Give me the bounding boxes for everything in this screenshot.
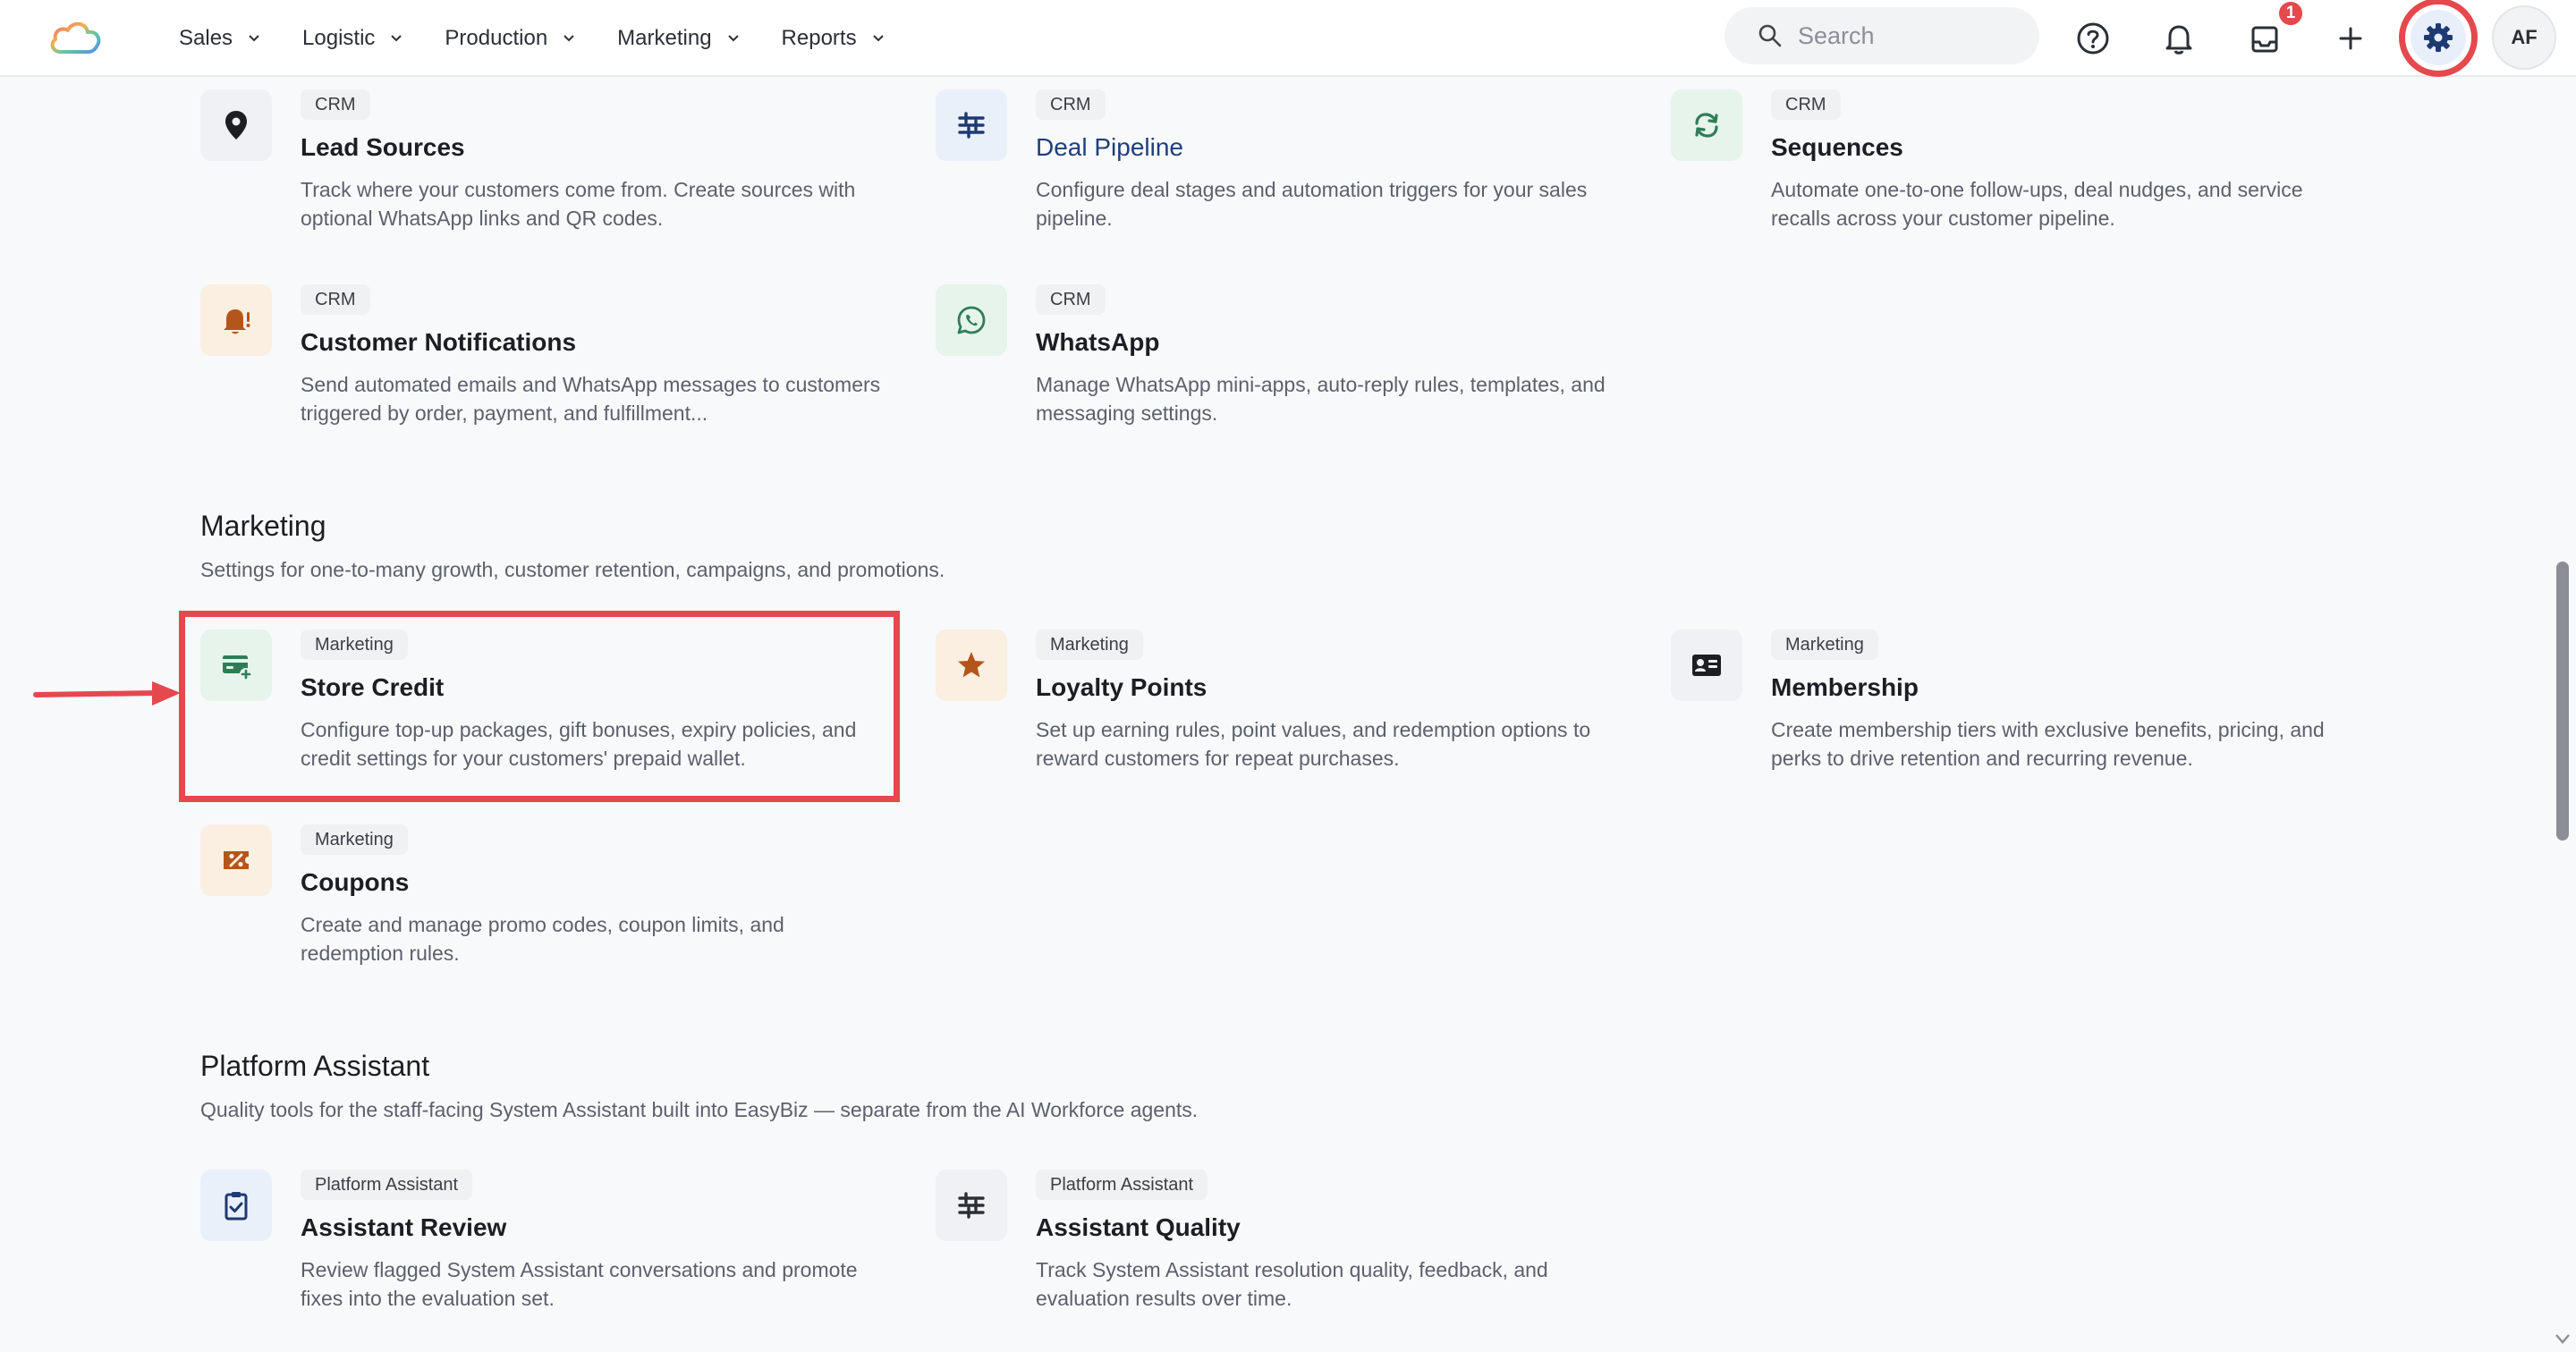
help-button[interactable] bbox=[2072, 17, 2114, 60]
inbox-badge: 1 bbox=[2277, 0, 2304, 27]
chevron-down-icon bbox=[872, 35, 884, 42]
card-tag: CRM bbox=[1036, 89, 1106, 120]
card-title: Coupons bbox=[301, 868, 410, 896]
chevron-down-icon bbox=[727, 35, 739, 42]
card-title: Lead Sources bbox=[301, 133, 465, 161]
card-title: Sequences bbox=[1771, 133, 1903, 161]
whatsapp-icon bbox=[957, 306, 986, 334]
section-description-marketing: Settings for one-to-many growth, custome… bbox=[200, 558, 945, 581]
card-description: Create membership tiers with exclusive b… bbox=[1771, 718, 2325, 770]
card-tag: CRM bbox=[301, 284, 370, 315]
store-credit-highlight-box bbox=[179, 611, 900, 802]
nav-marketing[interactable]: Marketing bbox=[617, 26, 741, 51]
membership-icon-tile bbox=[1671, 630, 1742, 701]
clipboard-check-icon bbox=[225, 1192, 248, 1221]
search-icon bbox=[1758, 24, 1782, 47]
sliders-icon bbox=[958, 1192, 985, 1219]
search-input[interactable] bbox=[1798, 21, 2012, 50]
chevron-down-icon bbox=[564, 35, 574, 42]
settings-button-inner bbox=[2411, 10, 2466, 65]
help-icon bbox=[2077, 22, 2109, 55]
card-description: Track System Assistant resolution qualit… bbox=[1036, 1258, 1548, 1310]
card-tag: CRM bbox=[1036, 284, 1106, 315]
card-tag: Marketing bbox=[301, 824, 408, 855]
search-box[interactable] bbox=[1724, 7, 2039, 64]
card-description: Create and manage promo codes, coupon li… bbox=[301, 913, 784, 965]
card-description: Review flagged System Assistant conversa… bbox=[301, 1258, 858, 1310]
card-title: Customer Notifications bbox=[301, 328, 577, 356]
nav-sales[interactable]: Sales bbox=[179, 26, 263, 51]
user-avatar[interactable]: AF bbox=[2492, 5, 2556, 70]
star-icon bbox=[958, 652, 985, 678]
card-tag: CRM bbox=[301, 89, 370, 120]
id-card-icon bbox=[1692, 655, 1721, 676]
section-description-platform-assistant: Quality tools for the staff-facing Syste… bbox=[200, 1098, 1199, 1121]
assistant-quality-icon-tile bbox=[936, 1170, 1007, 1241]
inbox-button[interactable] bbox=[2243, 17, 2286, 60]
refresh-icon bbox=[1695, 113, 1718, 138]
assistant-review-icon-tile bbox=[200, 1170, 272, 1241]
card-description: Configure deal stages and automation tri… bbox=[1036, 178, 1588, 230]
deal-pipeline-icon-tile bbox=[936, 89, 1007, 161]
bell-alert-icon bbox=[224, 309, 250, 334]
nav-production-label: Production bbox=[445, 26, 548, 50]
map-pin-icon bbox=[225, 111, 247, 139]
nav-reports[interactable]: Reports bbox=[782, 26, 887, 51]
card-description: Automate one-to-one follow-ups, deal nud… bbox=[1771, 178, 2303, 230]
top-navigation-bar: Sales Logistic Production Marketing Repo… bbox=[0, 0, 2576, 77]
vertical-scrollbar-thumb[interactable] bbox=[2556, 562, 2569, 841]
section-title-marketing: Marketing bbox=[200, 510, 326, 542]
card-title: Loyalty Points bbox=[1036, 673, 1208, 701]
card-tag: Platform Assistant bbox=[1036, 1170, 1208, 1200]
coupons-icon-tile bbox=[200, 824, 272, 896]
bell-icon bbox=[2165, 25, 2192, 55]
card-title[interactable]: Deal Pipeline bbox=[1036, 132, 1626, 163]
inbox-icon bbox=[2251, 26, 2278, 53]
gear-icon bbox=[2424, 23, 2453, 52]
card-title: Assistant Review bbox=[301, 1213, 507, 1241]
card-title: Assistant Quality bbox=[1036, 1213, 1241, 1241]
section-title-platform-assistant: Platform Assistant bbox=[200, 1050, 430, 1082]
chevron-down-icon bbox=[391, 35, 402, 42]
nav-reports-label: Reports bbox=[781, 26, 857, 50]
plus-icon bbox=[2339, 27, 2362, 50]
nav-logistic[interactable]: Logistic bbox=[302, 26, 405, 51]
card-title: WhatsApp bbox=[1036, 328, 1160, 356]
cloud-logo-icon[interactable] bbox=[47, 16, 106, 59]
whatsapp-icon-tile bbox=[936, 284, 1007, 356]
settings-button[interactable] bbox=[2399, 0, 2478, 77]
nav-marketing-label: Marketing bbox=[617, 26, 712, 50]
card-description: Manage WhatsApp mini-apps, auto-reply ru… bbox=[1036, 373, 1606, 425]
sequences-icon-tile bbox=[1671, 89, 1742, 161]
nav-logistic-label: Logistic bbox=[302, 26, 376, 50]
main-nav: Sales Logistic Production Marketing Repo… bbox=[179, 0, 927, 77]
chevron-down-icon bbox=[249, 35, 259, 42]
create-button[interactable] bbox=[2329, 17, 2372, 60]
card-description: Send automated emails and WhatsApp messa… bbox=[301, 373, 881, 425]
customer-notifications-icon-tile bbox=[200, 284, 272, 356]
nav-production[interactable]: Production bbox=[445, 26, 578, 51]
scroll-down-arrow-icon[interactable] bbox=[2555, 1332, 2571, 1345]
nav-sales-label: Sales bbox=[179, 26, 233, 50]
coupon-icon bbox=[224, 851, 249, 869]
loyalty-points-icon-tile bbox=[936, 630, 1007, 701]
card-description: Track where your customers come from. Cr… bbox=[301, 178, 856, 230]
card-title: Membership bbox=[1771, 673, 1919, 701]
card-tag: Platform Assistant bbox=[301, 1170, 473, 1200]
card-tag: Marketing bbox=[1771, 630, 1878, 660]
card-tag: Marketing bbox=[1036, 630, 1143, 660]
notifications-button[interactable] bbox=[2157, 17, 2200, 60]
card-description: Set up earning rules, point values, and … bbox=[1036, 718, 1591, 770]
arrow-right-icon bbox=[33, 681, 181, 706]
card-tag: CRM bbox=[1771, 89, 1841, 120]
lead-sources-icon-tile bbox=[200, 89, 272, 161]
pipeline-icon bbox=[958, 112, 985, 139]
